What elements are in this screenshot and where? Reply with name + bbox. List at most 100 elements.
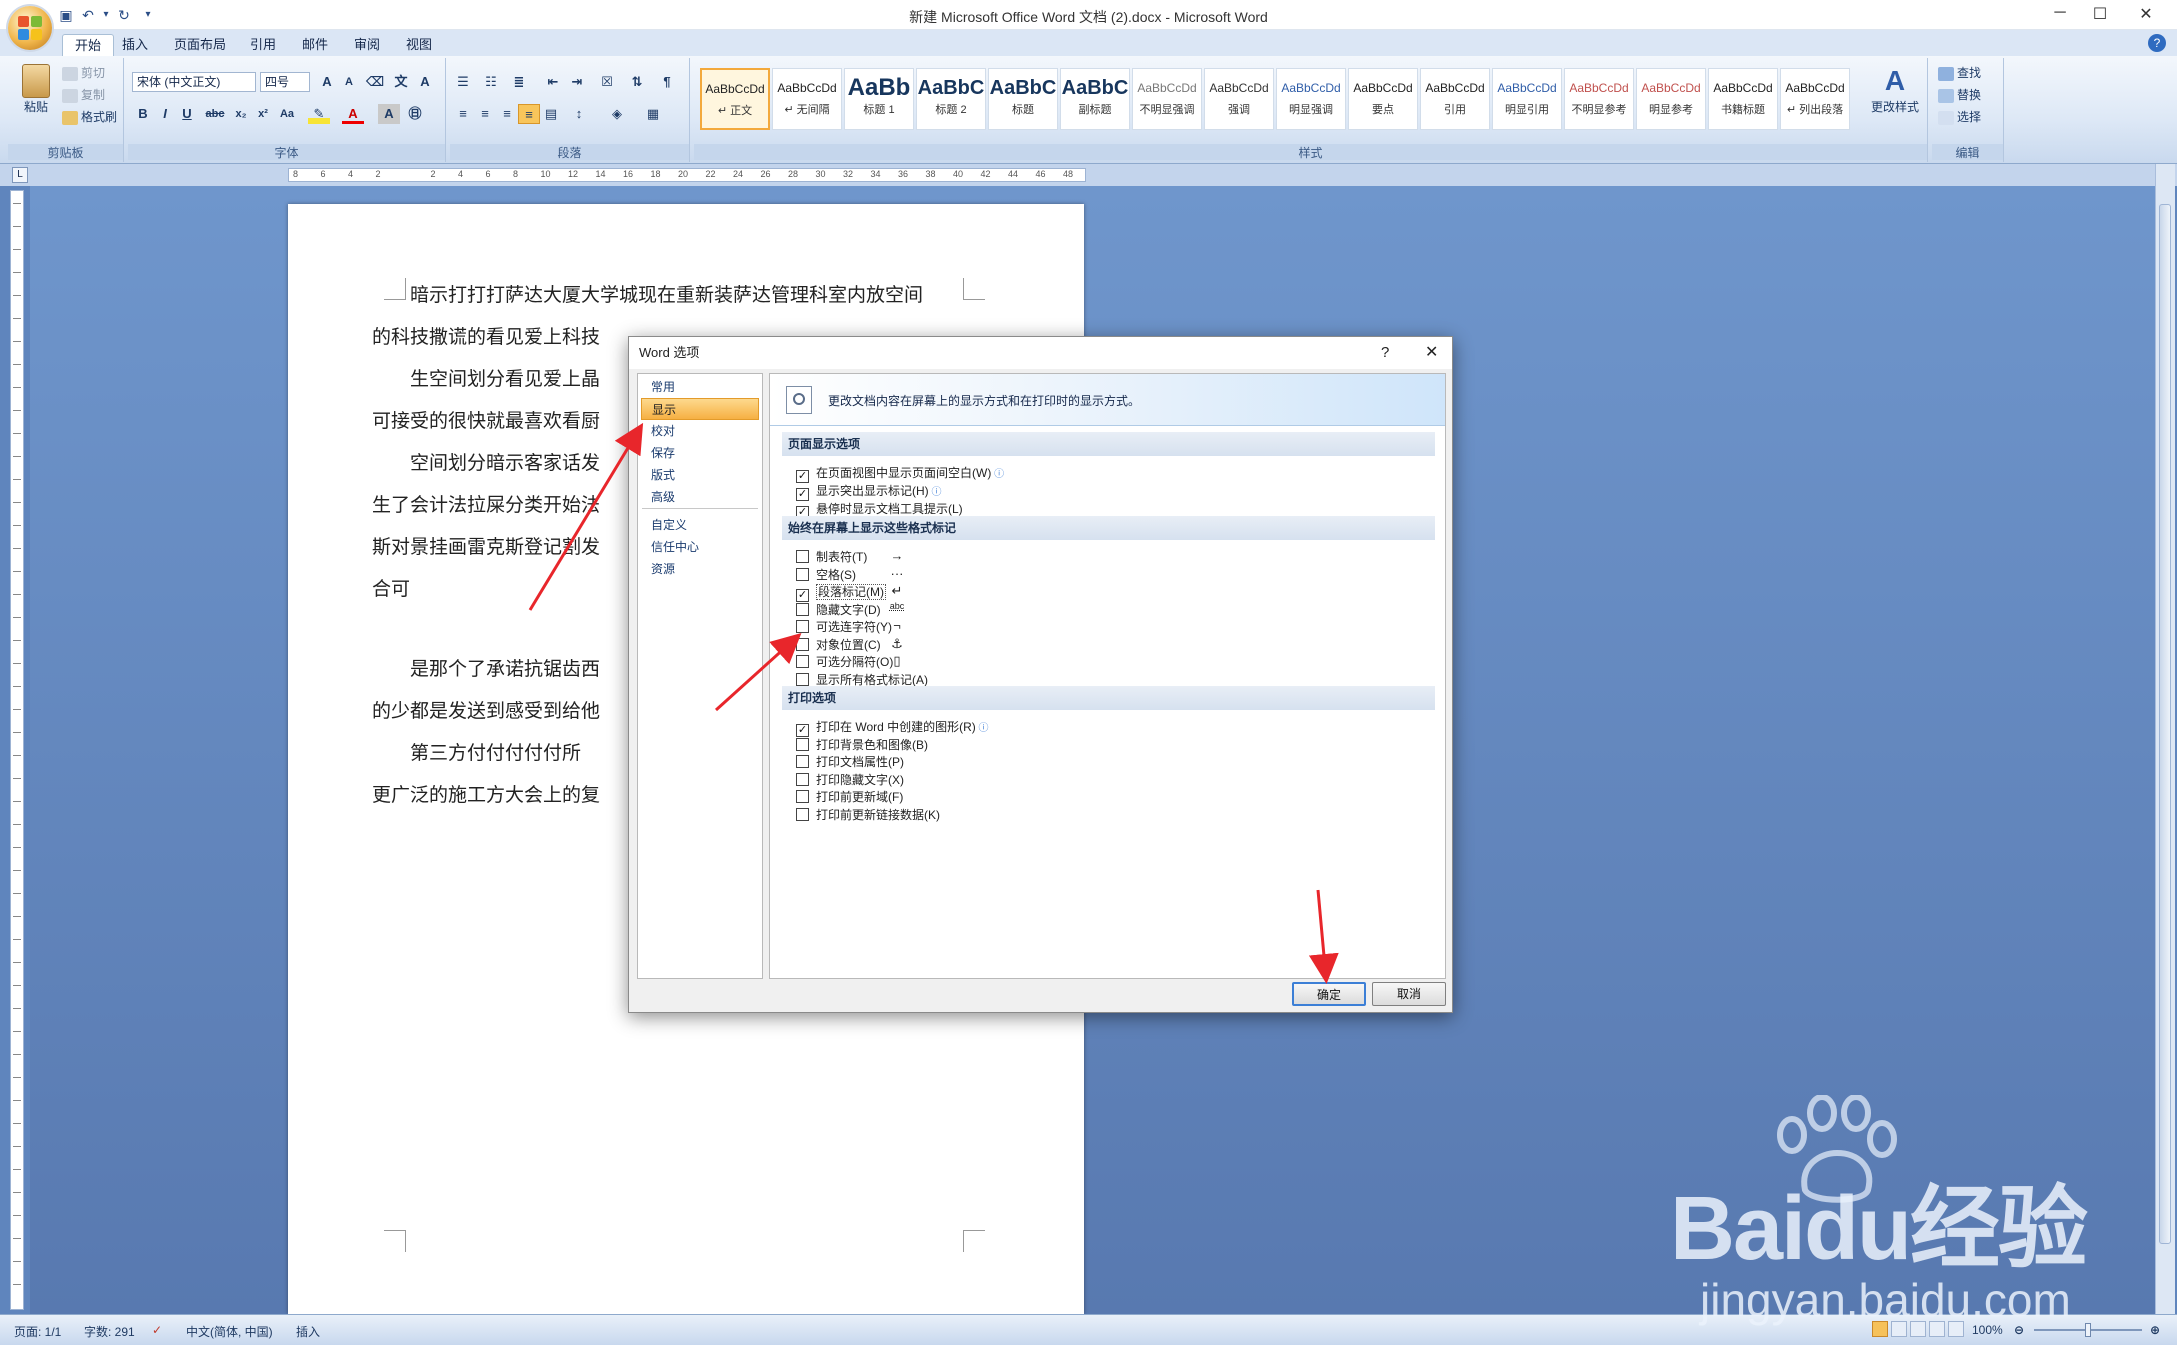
format-painter-button[interactable]: 格式刷	[62, 108, 117, 125]
chinese-layout-icon[interactable]: ☒	[596, 72, 618, 92]
sort-icon[interactable]: ⇅	[626, 72, 648, 92]
office-button[interactable]	[8, 6, 52, 50]
underline-button[interactable]: U	[176, 104, 198, 124]
align-left-icon[interactable]: ≡	[452, 104, 474, 124]
style-tile[interactable]: AaBb 标题 1	[844, 68, 914, 130]
nav-item[interactable]: 显示	[641, 398, 759, 420]
nav-item[interactable]: 版式	[641, 464, 759, 486]
minimize-button[interactable]: ─	[2040, 4, 2080, 26]
checkbox-unchecked[interactable]	[796, 790, 809, 803]
style-tile[interactable]: AaBbCcDd 明显参考	[1636, 68, 1706, 130]
strikethrough-button[interactable]: abc	[204, 104, 226, 124]
nav-item[interactable]: 保存	[641, 442, 759, 464]
document-line[interactable]: 可接受的很快就最喜欢看厨	[372, 406, 600, 433]
nav-item[interactable]: 自定义	[641, 514, 759, 536]
style-tile[interactable]: AaBbCcDd 要点	[1348, 68, 1418, 130]
checkbox-unchecked[interactable]	[796, 772, 809, 786]
font-color-icon[interactable]: A	[342, 104, 364, 124]
find-button[interactable]: 查找	[1938, 64, 1981, 81]
style-tile[interactable]: AaBbC 标题	[988, 68, 1058, 130]
scroll-thumb[interactable]	[2159, 204, 2171, 1244]
clear-format-icon[interactable]: ⌫	[364, 72, 386, 92]
align-center-icon[interactable]: ≡	[474, 104, 496, 124]
change-case-button[interactable]: Aa	[276, 104, 298, 124]
checkbox-unchecked[interactable]	[796, 637, 809, 651]
checkbox-unchecked[interactable]	[796, 602, 809, 616]
checkbox-unchecked[interactable]	[796, 620, 809, 633]
style-tile[interactable]: AaBbCcDd ↵ 无间隔	[772, 68, 842, 130]
document-line[interactable]: 是那个了承诺抗锯齿西	[410, 654, 600, 681]
proofing-icon[interactable]: ✓	[152, 1323, 162, 1337]
nav-item[interactable]: 信任中心	[641, 536, 759, 558]
document-line[interactable]: 合可	[372, 574, 410, 601]
horizontal-ruler[interactable]: 8 6 4 2 2 4 6 8 10 12 14 16 18 20 22 24 26 28 30 32 34 36 38 40…	[288, 168, 1086, 182]
line-spacing-icon[interactable]: ↕	[568, 104, 590, 124]
checkbox-unchecked[interactable]	[796, 807, 809, 821]
select-button[interactable]: 选择	[1938, 108, 1981, 125]
document-line[interactable]: 生了会计法拉屎分类开始法	[372, 490, 600, 517]
cut-button[interactable]: 剪切	[62, 64, 105, 81]
style-tile[interactable]: AaBbCcDd 不明显强调	[1132, 68, 1202, 130]
font-name-combo[interactable]: 宋体 (中文正文)	[132, 72, 256, 92]
highlight-icon[interactable]: ✎	[308, 104, 330, 124]
superscript-button[interactable]: x²	[252, 104, 274, 124]
vertical-ruler[interactable]	[10, 190, 24, 1310]
dialog-title-bar[interactable]: Word 选项 ? ✕	[629, 337, 1452, 369]
phonetic-guide-icon[interactable]: 文	[390, 72, 412, 92]
bold-button[interactable]: B	[132, 104, 154, 124]
word-count[interactable]: 字数: 291	[84, 1323, 135, 1340]
style-tile[interactable]: AaBbCcDd 引用	[1420, 68, 1490, 130]
char-border-icon[interactable]: A	[414, 72, 436, 92]
shading-icon[interactable]: ◈	[606, 104, 628, 124]
borders-icon[interactable]: ▦	[642, 104, 664, 124]
checkbox-unchecked[interactable]	[796, 737, 809, 751]
style-tile[interactable]: AaBbCcDd ↵ 列出段落	[1780, 68, 1850, 130]
paste-button[interactable]: 粘贴	[14, 64, 58, 115]
style-tile[interactable]: AaBbCcDd 明显引用	[1492, 68, 1562, 130]
checkbox-unchecked[interactable]	[796, 567, 809, 581]
dialog-close-button[interactable]: ✕	[1425, 337, 1438, 369]
nav-item[interactable]: 资源	[641, 558, 759, 580]
help-icon[interactable]: ?	[2148, 34, 2166, 52]
justify-icon[interactable]: ≡	[518, 104, 540, 124]
distribute-icon[interactable]: ▤	[540, 104, 562, 124]
change-styles-button[interactable]: A 更改样式	[1866, 64, 1924, 115]
tab-home[interactable]: 开始	[62, 34, 115, 56]
style-tile[interactable]: AaBbC 副标题	[1060, 68, 1130, 130]
enclose-char-icon[interactable]: ㊐	[404, 104, 426, 124]
page-count[interactable]: 页面: 1/1	[14, 1323, 61, 1340]
document-line[interactable]: 的少都是发送到感受到给他	[372, 696, 600, 723]
style-tile[interactable]: AaBbCcDd ↵ 正文	[700, 68, 770, 130]
bullets-icon[interactable]: ☰	[452, 72, 474, 92]
checkbox-unchecked[interactable]	[796, 655, 809, 668]
replace-button[interactable]: 替换	[1938, 86, 1981, 103]
shrink-font-button[interactable]: A	[338, 72, 360, 92]
subscript-button[interactable]: x₂	[230, 104, 252, 124]
char-shading-icon[interactable]: A	[378, 104, 400, 124]
insert-mode[interactable]: 插入	[296, 1323, 320, 1340]
increase-indent-icon[interactable]: ⇥	[566, 72, 588, 92]
style-tile[interactable]: AaBbCcDd 不明显参考	[1564, 68, 1634, 130]
show-marks-icon[interactable]: ¶	[656, 72, 678, 92]
align-right-icon[interactable]: ≡	[496, 104, 518, 124]
tab-page-layout[interactable]: 页面布局	[162, 34, 238, 56]
document-line[interactable]: 第三方付付付付付所	[410, 738, 581, 765]
document-line[interactable]: 更广泛的施工方大会上的复	[372, 780, 600, 807]
tab-references[interactable]: 引用	[238, 34, 288, 56]
checkbox-unchecked[interactable]	[796, 755, 809, 768]
nav-item[interactable]: 高级	[641, 486, 759, 508]
tab-view[interactable]: 视图	[394, 34, 444, 56]
grow-font-button[interactable]: A	[316, 72, 338, 92]
tab-review[interactable]: 审阅	[342, 34, 392, 56]
style-tile[interactable]: AaBbCcDd 明显强调	[1276, 68, 1346, 130]
language[interactable]: 中文(简体, 中国)	[186, 1323, 273, 1340]
close-button[interactable]: ✕	[2126, 4, 2166, 26]
checkbox-unchecked[interactable]	[796, 672, 809, 686]
tab-selector-icon[interactable]: L	[12, 167, 28, 183]
copy-button[interactable]: 复制	[62, 86, 105, 103]
checkbox-unchecked[interactable]	[796, 550, 809, 563]
document-line[interactable]: 生空间划分看见爱上晶	[410, 364, 600, 391]
cancel-button[interactable]: 取消	[1372, 982, 1446, 1006]
style-tile[interactable]: AaBbCcDd 书籍标题	[1708, 68, 1778, 130]
italic-button[interactable]: I	[154, 104, 176, 124]
